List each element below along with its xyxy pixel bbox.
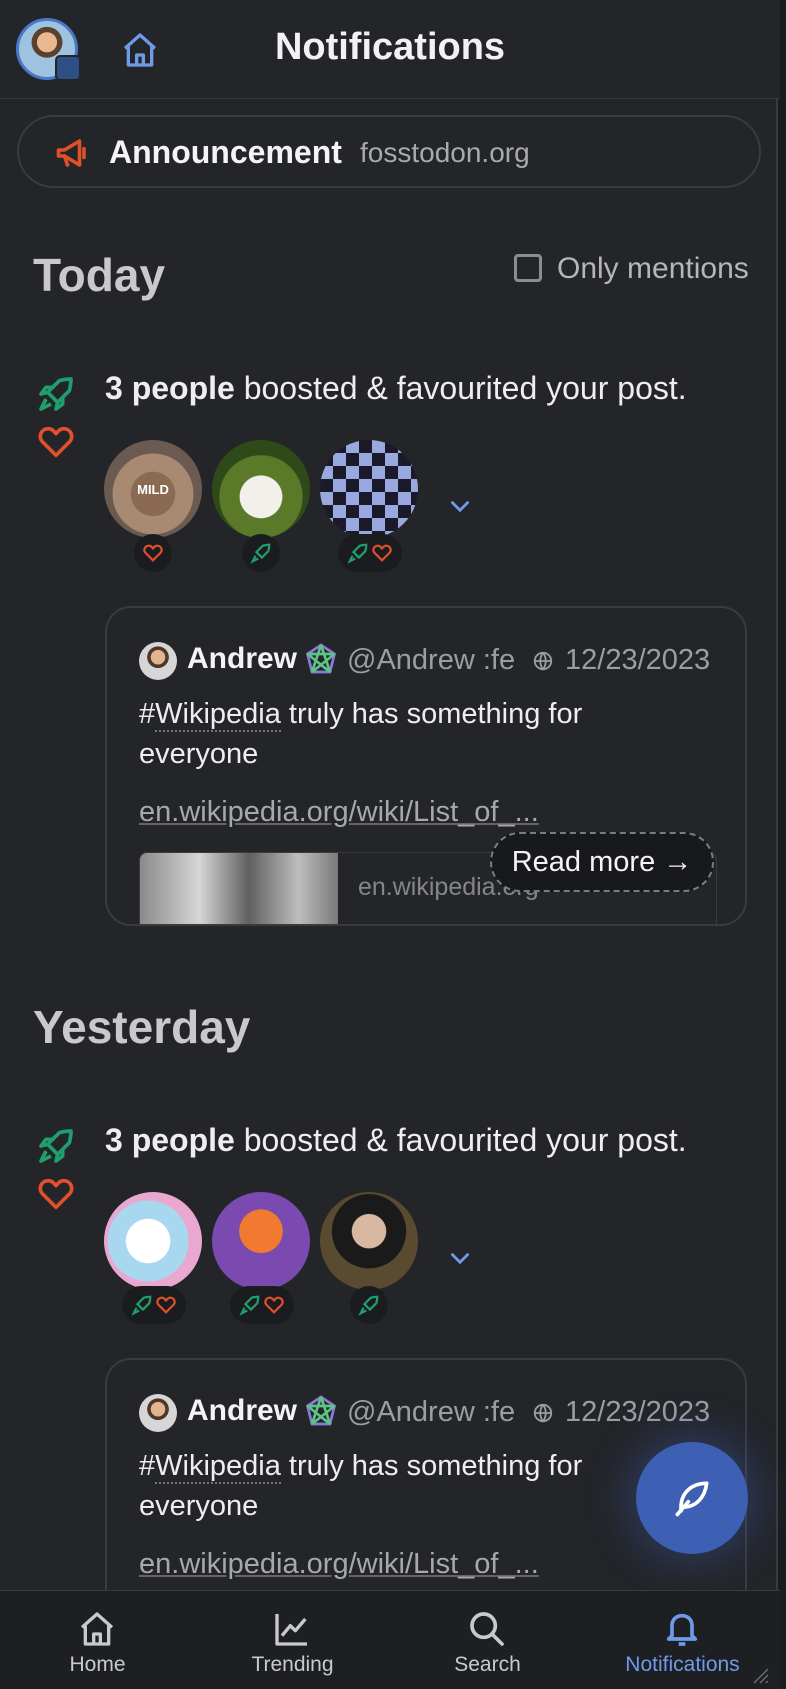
trending-icon [275,1614,307,1646]
user-avatar[interactable] [212,1192,310,1290]
notification-action-text: boosted & favourited your post. [234,370,687,406]
hashtag-symbol: # [139,698,156,730]
hashtag-link[interactable]: Wikipedia [155,1450,281,1484]
only-mentions-label[interactable]: Only mentions [557,252,749,286]
megaphone-icon [56,139,86,167]
favourite-heart-icon [372,544,392,562]
notification-count: 3 people [105,1122,235,1158]
boost-rocket-icon [239,1295,260,1316]
announcement-domain: fosstodon.org [360,137,530,168]
boost-rocket-icon [39,1129,73,1163]
custom-emoji-icon [305,1395,337,1426]
feather-icon [675,1481,709,1517]
post-link[interactable]: en.wikipedia.org/wiki/List_of_... [139,796,549,829]
favourite-heart-icon [264,1296,284,1314]
reaction-badge [134,534,172,572]
reaction-badge [242,534,280,572]
author-handle[interactable]: @Andrew :fe [347,1396,517,1429]
user-avatar[interactable] [320,440,418,538]
author-name[interactable]: Andrew [187,642,297,676]
author-name[interactable]: Andrew [187,1394,297,1428]
post-link[interactable]: en.wikipedia.org/wiki/List_of_... [139,1548,549,1581]
chevron-down-icon[interactable] [447,1250,473,1268]
post-content: #Wikipedia truly has something for every… [139,1446,679,1526]
tab-label: Search [454,1653,521,1676]
favourite-heart-icon [156,1296,176,1314]
hashtag-link[interactable]: Wikipedia [155,698,281,732]
notification-summary[interactable]: 3 people boosted & favourited your post. [105,1122,687,1159]
favourite-heart-icon [38,426,74,458]
user-avatar[interactable]: MILD [104,440,202,538]
top-bar: Notifications [0,0,780,99]
tab-search[interactable]: Search [390,1591,585,1689]
favourite-heart-icon [143,544,163,562]
user-avatar[interactable] [212,440,310,538]
globe-icon [533,1403,553,1423]
resize-grip-icon[interactable] [746,1661,770,1685]
tab-trending[interactable]: Trending [195,1591,390,1689]
reaction-badge [350,1286,388,1324]
user-avatar[interactable] [320,1192,418,1290]
home-icon [80,1612,114,1646]
notification-summary[interactable]: 3 people boosted & favourited your post. [105,370,687,407]
boost-rocket-icon [131,1295,152,1316]
post-date[interactable]: 12/23/2023 [565,644,710,677]
custom-emoji-icon [305,643,337,674]
window-edge [776,0,786,1688]
boost-rocket-icon [39,377,73,411]
favourite-heart-icon [38,1178,74,1210]
bottom-tab-bar: Home Trending Search Notifications [0,1590,780,1689]
boost-rocket-icon [358,1295,379,1316]
chevron-down-icon[interactable] [447,498,473,516]
tab-label: Trending [251,1653,334,1676]
compose-button[interactable] [636,1442,748,1554]
only-mentions-checkbox[interactable] [514,254,542,282]
author-handle[interactable]: @Andrew :fe [347,644,517,677]
reaction-badge [230,1286,294,1324]
notification-count: 3 people [105,370,235,406]
boost-rocket-icon [347,543,368,564]
tab-label: Home [69,1653,126,1676]
user-avatar[interactable] [104,1192,202,1290]
reaction-badge [122,1286,186,1324]
announcement-banner[interactable]: Announcement fosstodon.org [17,115,761,188]
read-more-button[interactable]: Read more → [490,832,714,892]
author-avatar[interactable] [139,1394,177,1432]
link-preview-image [140,853,338,924]
author-avatar[interactable] [139,642,177,680]
account-switcher-icon [55,55,81,81]
hashtag-symbol: # [139,1450,156,1482]
page-title: Notifications [274,26,506,68]
post-content: #Wikipedia truly has something for every… [139,694,679,774]
announcement-label: Announcement [109,134,342,170]
boost-rocket-icon [250,543,271,564]
section-heading-yesterday: Yesterday [33,1001,251,1053]
bell-icon [666,1613,698,1646]
tab-home[interactable]: Home [0,1591,195,1689]
home-icon[interactable] [120,30,160,70]
avatar-overlay-text: MILD [137,482,169,497]
reaction-badge [338,534,402,572]
notification-action-text: boosted & favourited your post. [234,1122,687,1158]
search-icon [470,1612,504,1646]
globe-icon [533,651,553,671]
post-date[interactable]: 12/23/2023 [565,1396,710,1429]
section-heading-today: Today [33,249,166,301]
account-avatar[interactable] [16,18,81,81]
